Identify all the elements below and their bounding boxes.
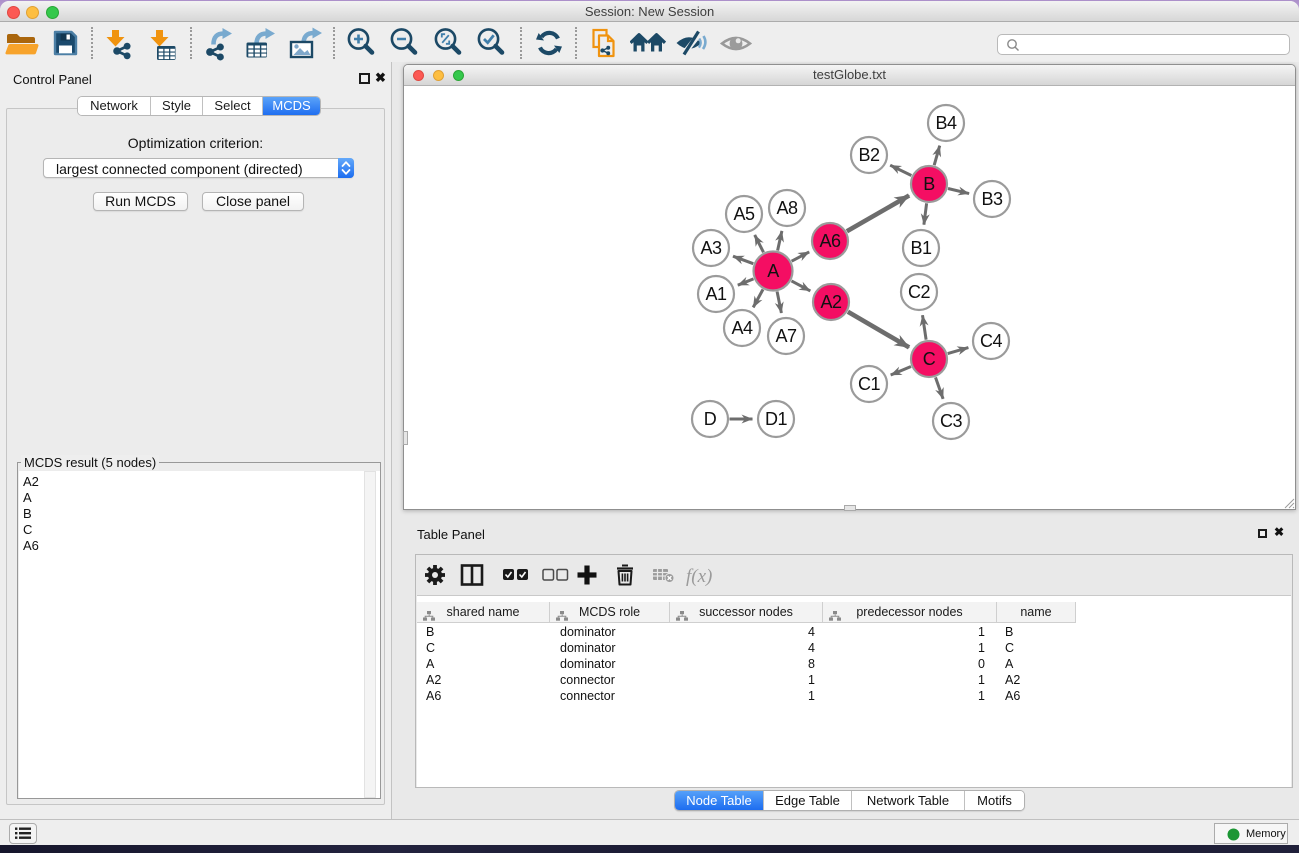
svg-text:C4: C4 bbox=[980, 331, 1002, 351]
svg-text:B3: B3 bbox=[981, 189, 1003, 209]
svg-text:A8: A8 bbox=[776, 198, 798, 218]
svg-text:A6: A6 bbox=[819, 231, 841, 251]
svg-text:A3: A3 bbox=[700, 238, 722, 258]
svg-text:B: B bbox=[923, 174, 935, 194]
svg-text:f(x): f(x) bbox=[686, 566, 712, 587]
svg-text:C1: C1 bbox=[858, 374, 880, 394]
svg-text:B4: B4 bbox=[935, 113, 957, 133]
svg-text:C3: C3 bbox=[940, 411, 962, 431]
svg-text:A4: A4 bbox=[731, 318, 753, 338]
svg-text:A7: A7 bbox=[775, 326, 797, 346]
svg-text:C: C bbox=[923, 349, 936, 369]
svg-text:B2: B2 bbox=[858, 145, 880, 165]
svg-text:B1: B1 bbox=[910, 238, 932, 258]
svg-text:A5: A5 bbox=[733, 204, 755, 224]
svg-text:D1: D1 bbox=[765, 409, 787, 429]
svg-text:A2: A2 bbox=[820, 292, 842, 312]
svg-text:C2: C2 bbox=[908, 282, 930, 302]
svg-text:A: A bbox=[767, 261, 779, 281]
svg-text:D: D bbox=[704, 409, 717, 429]
svg-text:A1: A1 bbox=[705, 284, 727, 304]
